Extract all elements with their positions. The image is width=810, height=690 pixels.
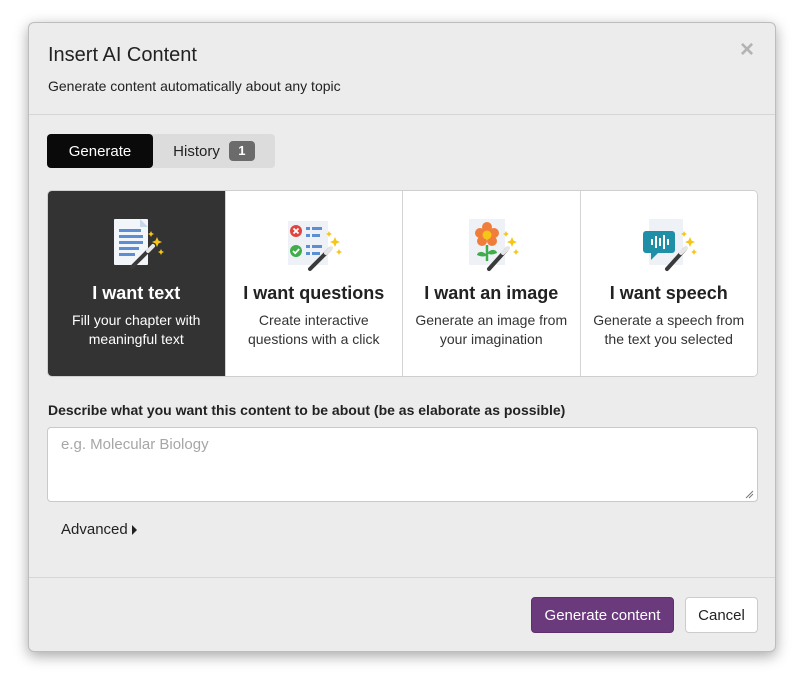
content-type-options: I want text Fill your chapter with meani…	[47, 190, 758, 377]
dialog-subtitle: Generate content automatically about any…	[48, 78, 341, 94]
tab-history[interactable]: History 1	[151, 134, 275, 168]
option-image-description: Generate an image from your imagination	[415, 312, 568, 347]
tab-bar: Generate History 1	[47, 134, 275, 168]
history-count-badge: 1	[228, 141, 255, 161]
insert-ai-content-dialog: × Insert AI Content Generate content aut…	[28, 22, 776, 652]
option-text[interactable]: I want text Fill your chapter with meani…	[48, 191, 225, 376]
header-divider	[29, 114, 775, 115]
speech-bubble-magic-wand-icon	[642, 219, 697, 271]
option-text-title: I want text	[92, 283, 181, 303]
tab-generate[interactable]: Generate	[47, 134, 153, 168]
option-text-description: Fill your chapter with meaningful text	[72, 312, 201, 347]
caret-right-icon	[131, 524, 137, 535]
option-speech-description: Generate a speech from the text you sele…	[593, 312, 745, 347]
topic-description-input[interactable]	[47, 427, 758, 502]
option-questions[interactable]: I want questions Create interactive ques…	[224, 191, 402, 376]
close-icon[interactable]: ×	[737, 38, 757, 62]
option-speech-title: I want speech	[609, 283, 728, 303]
prompt-label: Describe what you want this content to b…	[48, 402, 566, 418]
tab-history-label: History	[173, 142, 220, 160]
quiz-magic-wand-icon	[287, 221, 342, 271]
footer-divider	[29, 577, 775, 578]
resize-grip-icon[interactable]	[744, 489, 754, 499]
flower-image-magic-wand-icon	[469, 219, 520, 271]
advanced-toggle[interactable]: Advanced	[61, 521, 137, 538]
option-image[interactable]: I want an image Generate an image from y…	[402, 191, 580, 376]
cancel-button[interactable]: Cancel	[685, 597, 758, 633]
tab-generate-label: Generate	[68, 142, 132, 160]
option-speech[interactable]: I want speech Generate a speech from the…	[579, 191, 757, 376]
option-image-title: I want an image	[424, 283, 559, 303]
dialog-title: Insert AI Content	[48, 44, 197, 66]
generate-content-button[interactable]: Generate content	[531, 597, 674, 633]
option-questions-title: I want questions	[243, 283, 385, 303]
advanced-label: Advanced	[61, 521, 128, 538]
option-questions-description: Create interactive questions with a clic…	[247, 312, 380, 347]
document-magic-wand-icon	[114, 219, 165, 269]
